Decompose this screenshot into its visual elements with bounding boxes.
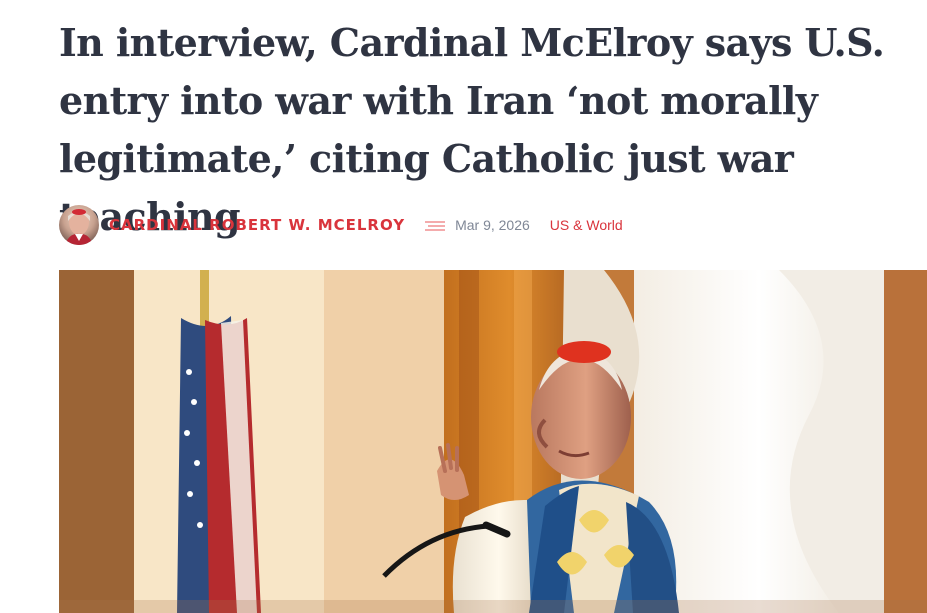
- category-link[interactable]: US & World: [550, 215, 623, 235]
- article-hero-image: [59, 270, 927, 613]
- author-avatar[interactable]: [59, 205, 99, 245]
- author-portrait-image: [59, 205, 99, 245]
- article-byline: CARDINAL ROBERT W. MCELROY Mar 9, 2026 U…: [59, 204, 623, 246]
- cardinal-speaking-photo: [59, 270, 927, 613]
- publish-date: Mar 9, 2026: [455, 217, 530, 233]
- article-page: In interview, Cardinal McElroy says U.S.…: [0, 0, 927, 613]
- menu-lines-icon: [425, 219, 446, 231]
- author-name-link[interactable]: CARDINAL ROBERT W. MCELROY: [109, 215, 405, 235]
